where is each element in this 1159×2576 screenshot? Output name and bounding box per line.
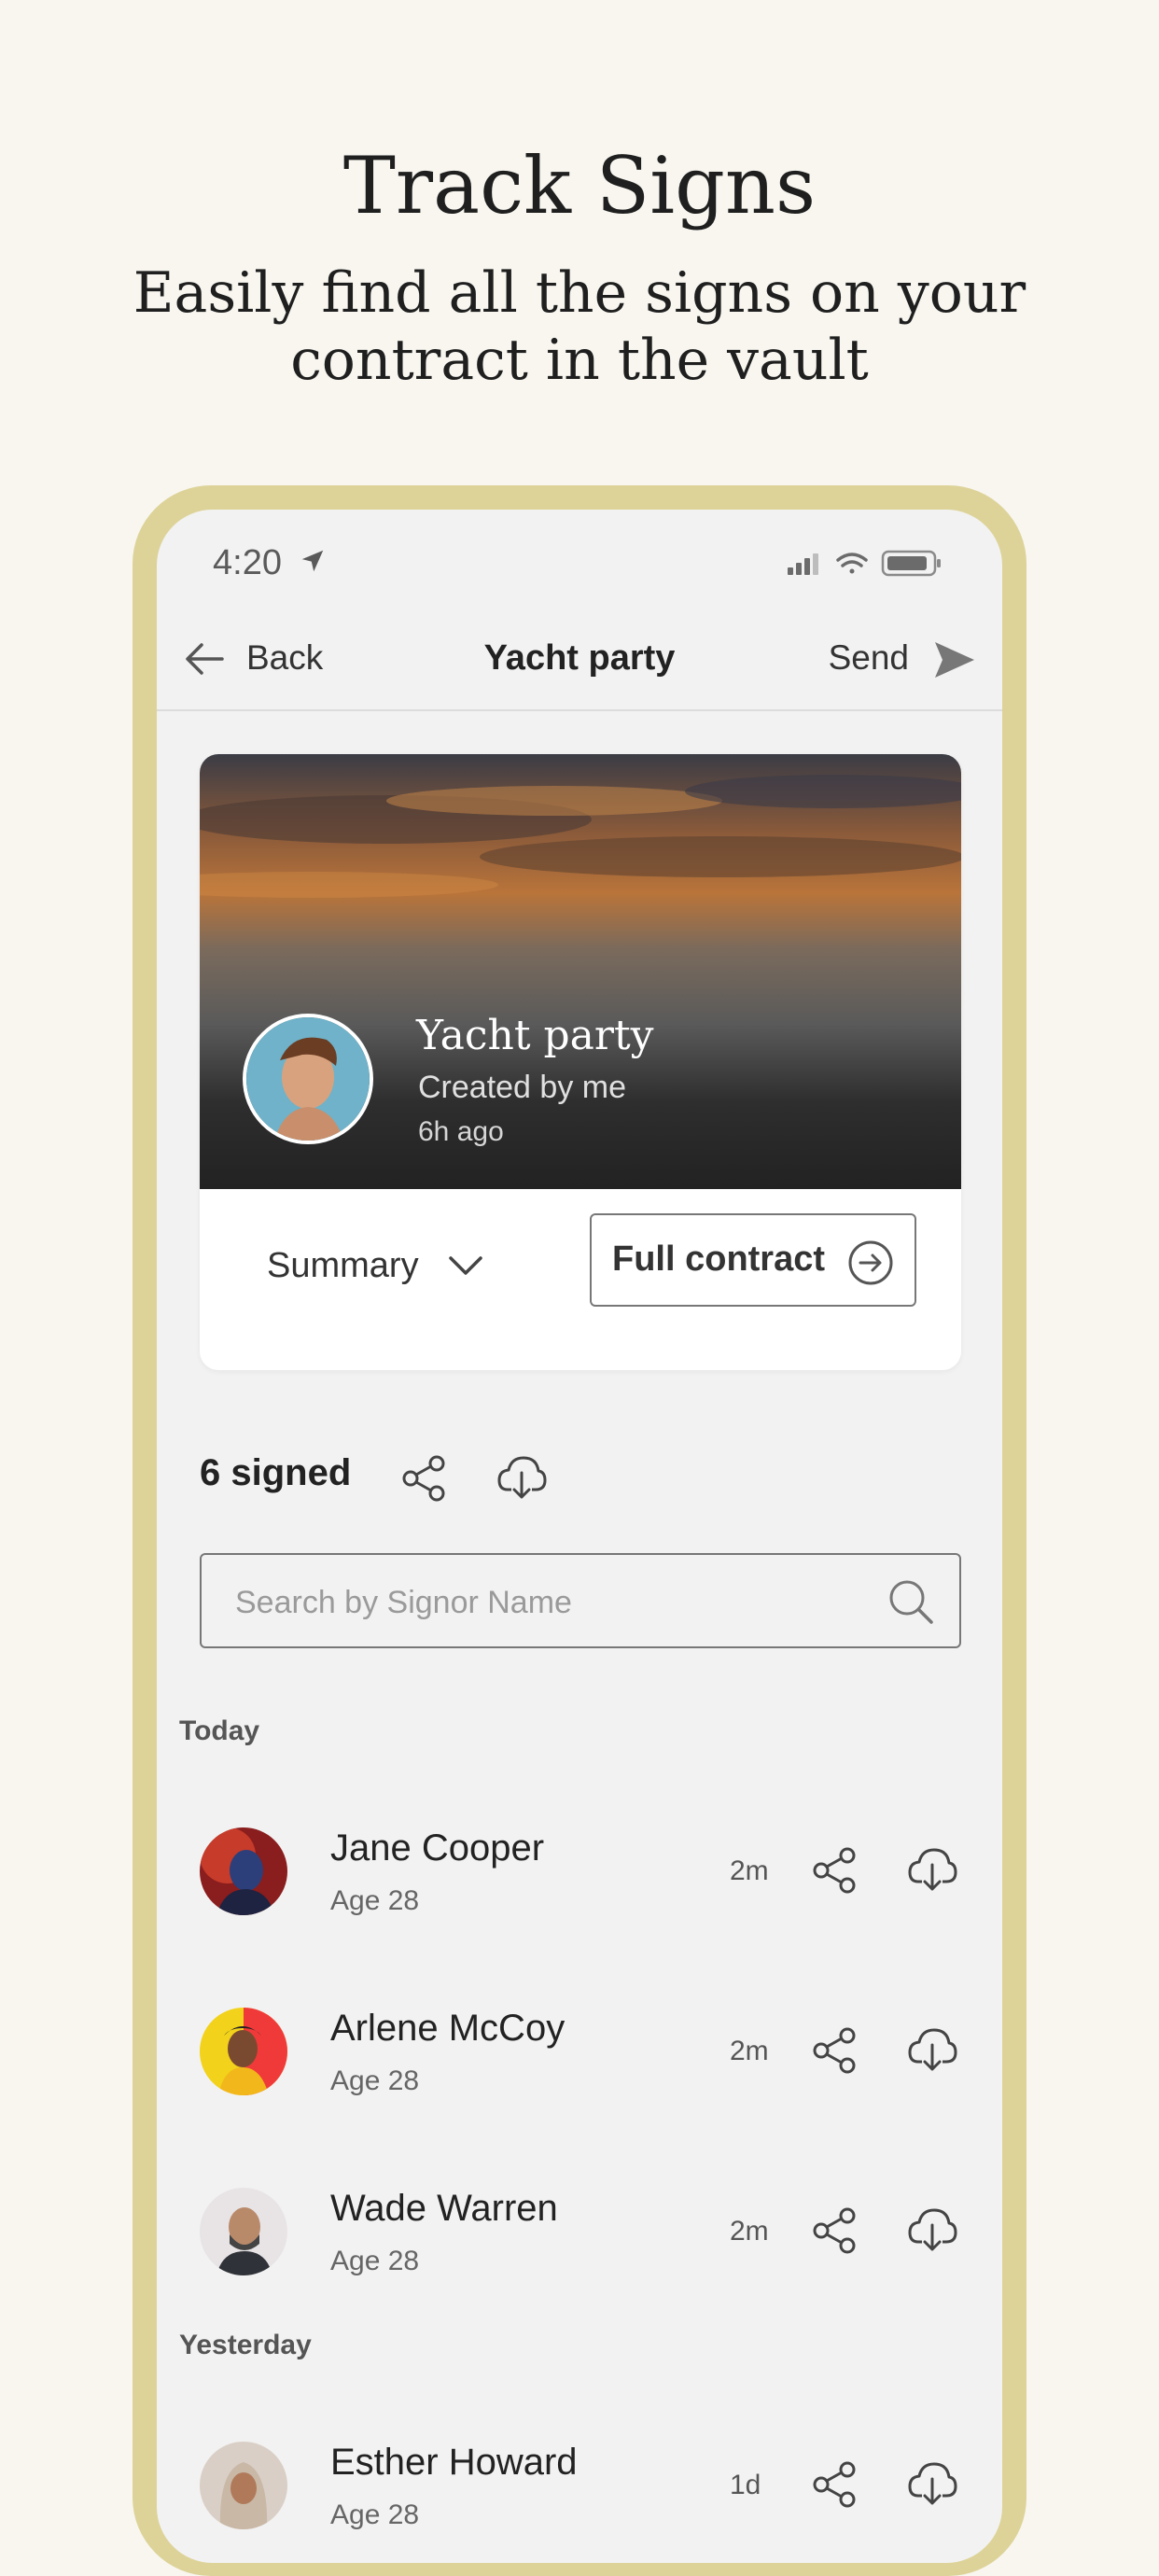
signor-row[interactable]: Wade Warren Age 28 2m: [157, 2160, 1002, 2290]
section-label-today: Today: [179, 1715, 260, 1746]
promo-subtitle-line2: contract in the vault: [290, 328, 869, 393]
signor-age: Age 28: [330, 2065, 420, 2096]
status-bar: 4:20: [157, 510, 1002, 612]
promo-subtitle: Easily find all the signs on your contra…: [0, 259, 1159, 394]
summary-label: Summary: [267, 1245, 419, 1285]
wifi-icon: [836, 553, 868, 574]
signor-name: Jane Cooper: [330, 1827, 545, 1869]
avatar: [200, 2188, 287, 2275]
share-icon[interactable]: [810, 2460, 859, 2509]
signed-time: 2m: [730, 2036, 769, 2066]
promo-title: Track Signs: [342, 140, 817, 231]
card-title: Yacht party: [416, 1012, 654, 1059]
signor-name: Arlene McCoy: [330, 2008, 566, 2049]
signor-age: Age 28: [330, 2246, 420, 2276]
cloud-download-icon[interactable]: [907, 2024, 957, 2075]
share-icon[interactable]: [810, 1846, 859, 1895]
signor-row[interactable]: Arlene McCoy Age 28 2m: [157, 1980, 1002, 2110]
avatar: [200, 2442, 287, 2529]
share-icon[interactable]: [810, 2026, 859, 2075]
signed-time: 1d: [730, 2470, 761, 2500]
send-icon[interactable]: [931, 638, 976, 681]
promo-subtitle-line1: Easily find all the signs on your: [133, 260, 1026, 326]
signor-name: Esther Howard: [330, 2442, 578, 2483]
signor-row[interactable]: Jane Cooper Age 28 2m: [157, 1799, 1002, 1930]
creator-avatar: [243, 1014, 373, 1144]
location-arrow-icon: [301, 550, 324, 572]
battery-icon: [881, 550, 941, 577]
avatar: [200, 1827, 287, 1915]
cloud-download-icon[interactable]: [907, 2458, 957, 2509]
signed-time: 2m: [730, 2216, 769, 2247]
search-box[interactable]: [200, 1553, 961, 1648]
phone-screen: 4:20 Back Yacht party Send Yacht party C…: [157, 510, 1002, 2563]
signal-icon: [788, 553, 818, 575]
arrow-circle-icon: [848, 1240, 893, 1285]
signor-age: Age 28: [330, 1885, 420, 1916]
card-created-by: Created by me: [418, 1070, 626, 1105]
signed-count: 6 signed: [200, 1452, 352, 1493]
full-contract-label: Full contract: [612, 1239, 826, 1279]
signor-row[interactable]: Esther Howard Age 28 1d: [157, 2414, 1002, 2544]
cloud-download-icon[interactable]: [907, 1844, 957, 1895]
cloud-download-icon[interactable]: [907, 2205, 957, 2255]
cloud-download-icon[interactable]: [496, 1452, 547, 1503]
send-button[interactable]: Send: [829, 638, 909, 678]
nav-bar: Back Yacht party Send: [157, 612, 1002, 711]
share-icon[interactable]: [810, 2206, 859, 2255]
contract-card[interactable]: Yacht party Created by me 6h ago Summary…: [200, 754, 961, 1370]
chevron-down-icon: [448, 1256, 482, 1275]
signed-time: 2m: [730, 1855, 769, 1886]
avatar: [200, 2008, 287, 2095]
search-icon[interactable]: [887, 1577, 935, 1626]
status-time: 4:20: [213, 543, 282, 582]
status-icons: [788, 550, 941, 577]
signor-name: Wade Warren: [330, 2188, 558, 2229]
signed-summary: 6 signed: [200, 1443, 961, 1508]
signor-age: Age 28: [330, 2499, 420, 2530]
share-icon[interactable]: [399, 1454, 448, 1503]
summary-dropdown[interactable]: Summary: [267, 1230, 484, 1301]
search-input[interactable]: [233, 1581, 844, 1624]
full-contract-button[interactable]: Full contract: [590, 1213, 916, 1307]
card-time-ago: 6h ago: [418, 1116, 504, 1147]
section-label-yesterday: Yesterday: [179, 2330, 312, 2360]
